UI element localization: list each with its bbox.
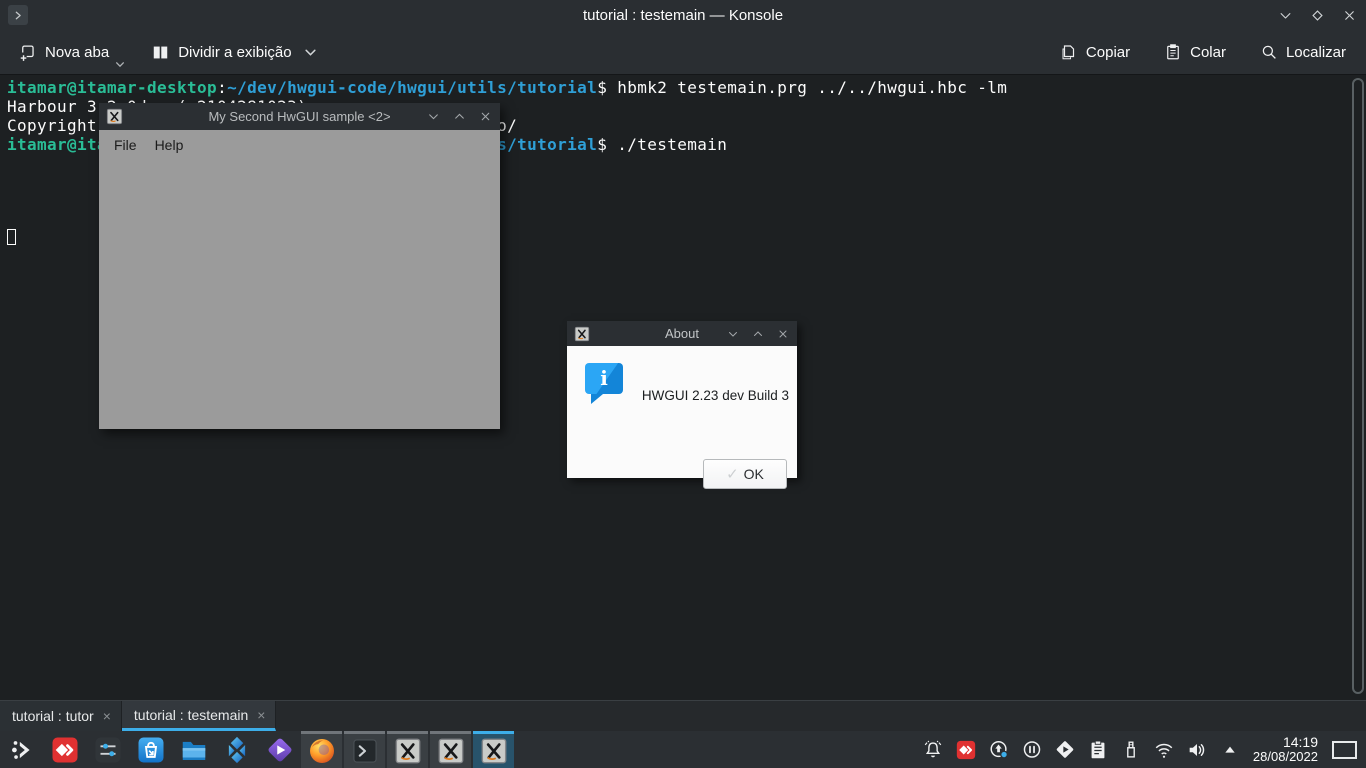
chevron-down-icon [115,61,125,68]
ok-label: OK [744,466,764,482]
dolphin-icon[interactable] [172,731,215,768]
copy-label: Copiar [1086,44,1130,61]
menu-help[interactable]: Help [153,137,186,153]
find-button[interactable]: Localizar [1254,37,1352,67]
copy-icon [1060,43,1078,61]
task-hwgui[interactable] [387,731,428,768]
task-hwgui[interactable] [430,731,471,768]
minimize-icon[interactable] [427,110,440,123]
minimize-icon[interactable] [727,328,739,340]
new-tab-icon [18,43,37,62]
terminal-line: itamar@itamar-desktop:~/dev/hwgui-code/h… [7,78,1007,97]
clock-date: 28/08/2022 [1253,750,1318,765]
about-titlebar[interactable]: About [567,321,797,346]
app-launcher-icon[interactable] [0,731,43,768]
tab-label: tutorial : tutor [12,708,94,724]
terminal-scrollbar[interactable] [1352,78,1364,694]
quick-access-icon[interactable] [43,731,86,768]
settings-sliders-icon[interactable] [86,731,129,768]
hwgui-titlebar[interactable]: My Second HwGUI sample <2> [99,103,500,130]
search-icon [1260,43,1278,61]
maximize-icon[interactable] [752,328,764,340]
media-player-icon[interactable] [258,731,301,768]
close-icon[interactable] [777,328,789,340]
notifications-icon[interactable] [922,739,944,761]
about-message: HWGUI 2.23 dev Build 3 [639,388,789,403]
konsole-titlebar: tutorial : testemain — Konsole [0,0,1366,30]
about-body: i HWGUI 2.23 dev Build 3 ✓ OK [567,346,797,478]
new-tab-label: Nova aba [45,44,109,61]
split-view-button[interactable]: Dividir a exibição [145,37,322,68]
new-tab-button[interactable]: Nova aba [12,37,131,68]
tab-close-icon[interactable]: × [257,707,265,723]
pause-icon[interactable] [1021,739,1043,761]
clipboard-icon[interactable] [1087,739,1109,761]
close-icon[interactable] [479,110,492,123]
tab-label: tutorial : testemain [134,707,248,723]
usb-device-icon[interactable] [1120,739,1142,761]
tab-tutorial-tutor[interactable]: tutorial : tutor × [0,701,122,731]
updates-icon[interactable] [988,739,1010,761]
minimize-icon[interactable] [1274,4,1296,26]
task-firefox[interactable] [301,731,342,768]
paste-icon [1164,43,1182,61]
wifi-icon[interactable] [1153,739,1175,761]
maximize-icon[interactable] [453,110,466,123]
check-icon: ✓ [726,465,739,483]
ok-button[interactable]: ✓ OK [703,459,787,489]
split-view-label: Dividir a exibição [178,44,291,61]
window-title: tutorial : testemain — Konsole [0,7,1366,24]
expand-icon[interactable] [1219,739,1241,761]
menu-file[interactable]: File [112,137,139,153]
tab-bar: tutorial : tutor × tutorial : testemain × [0,700,1366,731]
clock-time: 14:19 [1253,734,1318,750]
task-hwgui-active[interactable] [473,731,514,768]
about-dialog: About i HWGUI 2.23 dev Build 3 ✓ OK [567,321,797,478]
paste-button[interactable]: Colar [1158,37,1232,67]
find-label: Localizar [1286,44,1346,61]
info-icon: i [585,363,623,394]
show-desktop-button[interactable] [1332,741,1357,759]
kodi-icon[interactable] [215,731,258,768]
copy-button[interactable]: Copiar [1054,37,1136,67]
terminal-cursor [7,229,16,245]
konsole-toolbar: Nova aba Dividir a exibição Copiar Colar [0,30,1366,75]
maximize-icon[interactable] [1306,4,1328,26]
discover-icon[interactable] [129,731,172,768]
taskbar-panel: 14:19 28/08/2022 [0,731,1366,768]
hwgui-menubar: File Help [99,130,500,153]
clock-widget[interactable]: 14:19 28/08/2022 [1253,734,1318,765]
media-player-tray-icon[interactable] [1054,739,1076,761]
paste-label: Colar [1190,44,1226,61]
task-konsole[interactable] [344,731,385,768]
hwgui-client-area: File Help [99,130,500,429]
tab-close-icon[interactable]: × [103,708,111,724]
quick-access-icon[interactable] [955,739,977,761]
chevron-down-icon [304,48,317,57]
volume-icon[interactable] [1186,739,1208,761]
split-view-icon [151,43,170,62]
hwgui-sample-window: My Second HwGUI sample <2> File Help [99,103,500,429]
tab-tutorial-testemain[interactable]: tutorial : testemain × [122,701,277,731]
close-icon[interactable] [1338,4,1360,26]
